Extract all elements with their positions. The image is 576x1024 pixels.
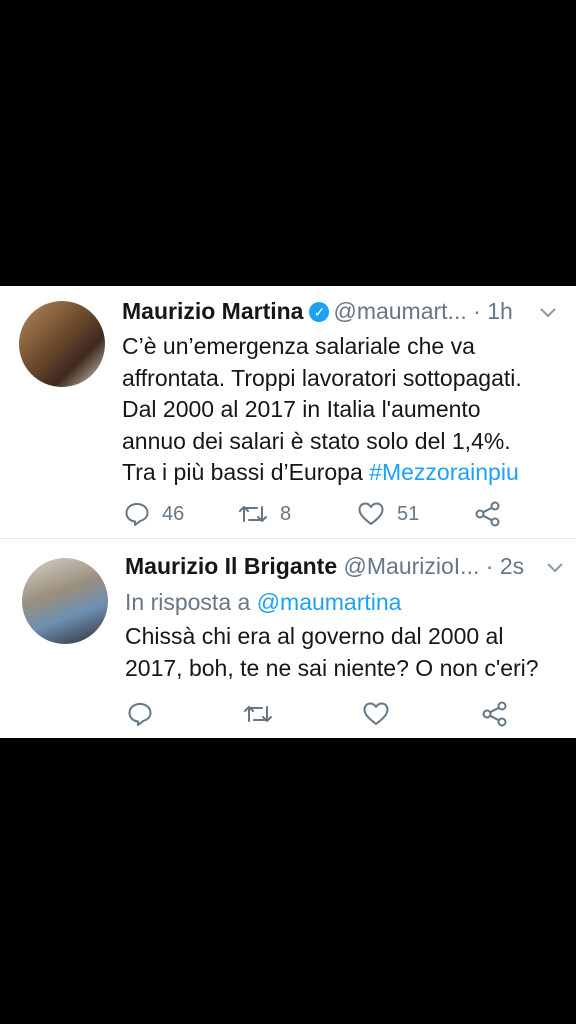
reply-handle-link[interactable]: @maumartina xyxy=(257,589,402,615)
tweet-text: C’è un’emergenza salariale che va affron… xyxy=(122,331,522,489)
retweet-icon xyxy=(243,701,273,727)
tweet-text-segment: Tra i più bassi d’Europa xyxy=(122,459,370,485)
tweet-actions: 46 8 51 xyxy=(0,501,576,531)
reply-icon xyxy=(124,501,150,527)
verified-badge-icon: ✓ xyxy=(309,302,330,322)
share-button[interactable] xyxy=(481,701,509,727)
tweet-text-line: Tra i più bassi d’Europa #Mezzorainpiu xyxy=(122,457,522,489)
timestamp[interactable]: 1h xyxy=(487,298,513,324)
tweet-text-line: annuo dei salari è stato solo del 1,4%. xyxy=(122,427,511,454)
like-count: 51 xyxy=(397,502,420,525)
tweet-maurizio-il-brigante[interactable]: Maurizio Il Brigante @MaurizioI... · 2s … xyxy=(0,539,576,738)
tweet-card: Maurizio Martina ✓ @maumart... · 1h C’è un… xyxy=(0,286,576,738)
reply-button[interactable]: 46 xyxy=(124,501,184,527)
share-button[interactable] xyxy=(474,501,502,527)
chevron-down-icon[interactable] xyxy=(545,557,565,582)
like-button[interactable] xyxy=(362,701,390,727)
tweet-maurizio-martina[interactable]: Maurizio Martina ✓ @maumart... · 1h C’è un… xyxy=(0,286,576,539)
avatar[interactable] xyxy=(19,301,105,387)
retweet-button[interactable] xyxy=(243,701,273,727)
timestamp[interactable]: 2s xyxy=(500,553,524,579)
reply-count: 46 xyxy=(162,502,185,525)
heart-icon xyxy=(362,701,390,727)
heart-icon xyxy=(357,501,385,527)
tweet-text-line: Chissà chi era al governo dal 2000 al xyxy=(125,623,504,649)
tweet-header: Maurizio Il Brigante @MaurizioI... · 2s xyxy=(125,553,524,580)
retweet-count: 8 xyxy=(280,502,292,525)
author-handle[interactable]: @maumart... xyxy=(333,298,466,324)
reply-context: In risposta a @maumartina xyxy=(125,589,401,616)
avatar[interactable] xyxy=(22,558,108,644)
retweet-button[interactable]: 8 xyxy=(238,501,291,527)
share-icon xyxy=(474,501,502,527)
reply-prefix: In risposta a xyxy=(125,589,257,615)
retweet-icon xyxy=(238,501,268,527)
tweet-text-line: 2017, boh, te ne sai niente? O non c'eri… xyxy=(125,654,539,681)
share-icon xyxy=(481,701,509,727)
tweet-text: Chissà chi era al governo dal 2000 al 20… xyxy=(125,621,539,684)
tweet-text-line: C’è un’emergenza salariale che va xyxy=(122,333,475,359)
tweet-header: Maurizio Martina ✓ @maumart... · 1h xyxy=(122,298,513,325)
author-name[interactable]: Maurizio Il Brigante xyxy=(125,553,337,579)
tweet-text-line: affrontata. Troppi lavoratori sottopagat… xyxy=(122,364,522,391)
reply-icon xyxy=(127,701,153,727)
reply-button[interactable] xyxy=(127,701,153,727)
separator: · xyxy=(466,298,488,324)
author-name[interactable]: Maurizio Martina xyxy=(122,298,303,324)
chevron-down-icon[interactable] xyxy=(538,302,558,327)
tweet-actions xyxy=(0,701,576,731)
like-button[interactable]: 51 xyxy=(357,501,419,527)
separator: · xyxy=(479,553,500,579)
tweet-text-line: Dal 2000 al 2017 in Italia l'aumento xyxy=(122,396,481,422)
hashtag-link[interactable]: #Mezzorainpiu xyxy=(369,459,519,485)
author-handle[interactable]: @MaurizioI... xyxy=(344,553,480,579)
